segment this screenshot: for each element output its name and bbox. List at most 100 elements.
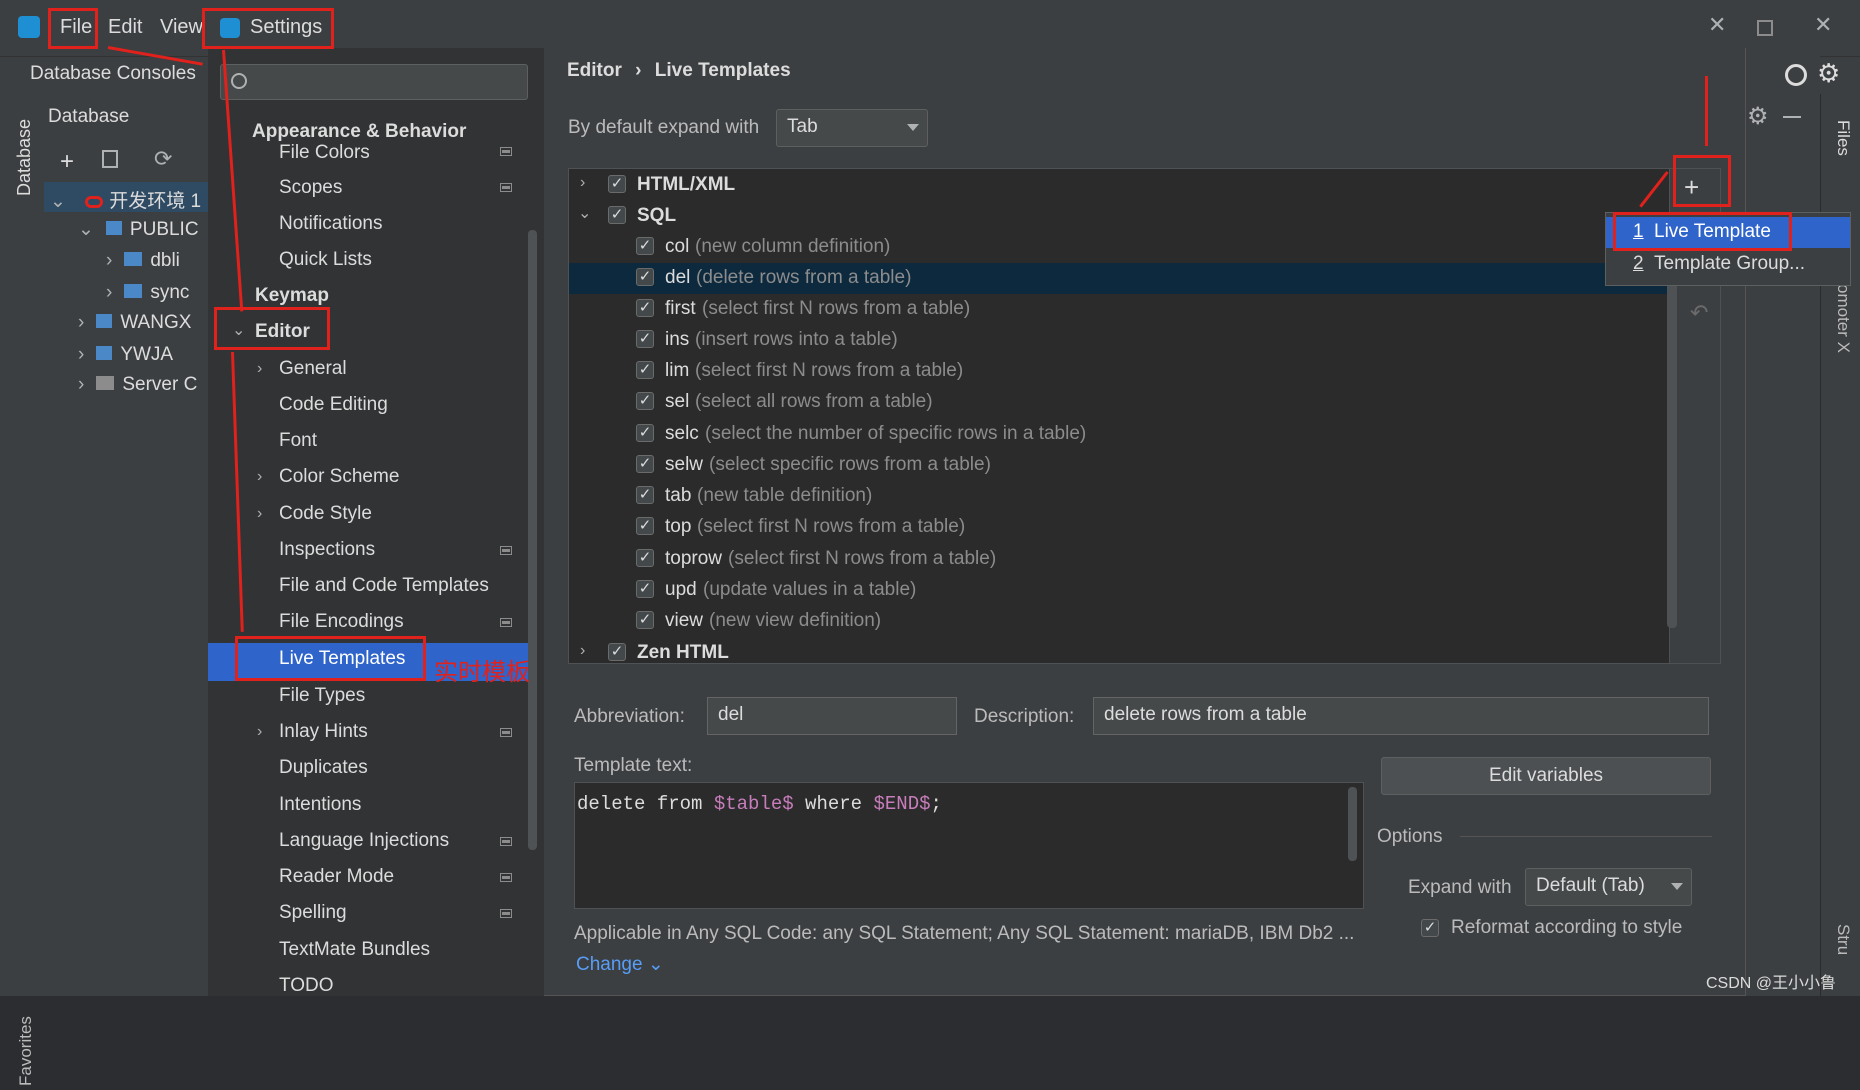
sidebar-item-font[interactable]: Font — [279, 430, 317, 452]
template-checkbox[interactable]: ✓ — [636, 330, 654, 348]
minimize-icon[interactable] — [1783, 116, 1801, 118]
template-description: (insert rows into a table) — [695, 329, 898, 350]
sidebar-item-inlay-hints[interactable]: Inlay Hints — [279, 721, 368, 743]
group-checkbox-html[interactable]: ✓ — [608, 175, 626, 193]
template-checkbox[interactable]: ✓ — [636, 237, 654, 255]
sidebar-item-duplicates[interactable]: Duplicates — [279, 757, 368, 779]
group-checkbox-sql[interactable]: ✓ — [608, 206, 626, 224]
chevron-down-icon[interactable]: ⌄ — [578, 203, 591, 223]
template-row[interactable]: ✓ view (new view definition) — [570, 610, 1670, 641]
tree-item-dev[interactable]: ⌄ 开发环境 1 — [50, 186, 201, 213]
template-checkbox[interactable]: ✓ — [636, 299, 654, 317]
add-icon[interactable]: + — [60, 148, 74, 176]
settings-search-input[interactable] — [220, 64, 528, 100]
template-row[interactable]: ✓ upd (update values in a table) — [570, 579, 1670, 610]
edit-variables-button[interactable]: Edit variables — [1381, 757, 1711, 795]
gear-icon-secondary[interactable]: ⚙ — [1747, 102, 1769, 131]
template-checkbox[interactable]: ✓ — [636, 361, 654, 379]
nav-breadcrumb[interactable]: Database Consoles — [30, 63, 196, 85]
database-tab[interactable]: Database — [14, 104, 34, 274]
sidebar-item-textmate-bundles[interactable]: TextMate Bundles — [279, 939, 430, 961]
template-row[interactable]: ✓ ins (insert rows into a table) — [570, 329, 1670, 360]
template-row[interactable]: ✓ lim (select first N rows from a table) — [570, 360, 1670, 391]
sidebar-item-file-code-templates[interactable]: File and Code Templates — [279, 575, 489, 597]
expand-select[interactable]: Tab — [776, 109, 928, 147]
refresh-icon[interactable]: ⟳ — [154, 146, 172, 172]
copy-icon[interactable] — [102, 150, 118, 168]
template-row[interactable]: ✓ first (select first N rows from a table) — [570, 298, 1670, 329]
sidebar-item-todo[interactable]: TODO — [279, 975, 334, 997]
sidebar-item-file-colors[interactable]: File Colors — [279, 142, 370, 164]
sidebar-scrollbar[interactable] — [528, 230, 537, 850]
template-checkbox[interactable]: ✓ — [636, 268, 654, 286]
promoter-tab[interactable]: omoter X — [1829, 284, 1853, 394]
sidebar-item-reader-mode[interactable]: Reader Mode — [279, 866, 394, 888]
files-tab[interactable]: Files — [1829, 104, 1853, 174]
template-row[interactable]: ✓ tab (new table definition) — [570, 485, 1670, 516]
tree-item-ywja[interactable]: › YWJA — [78, 344, 173, 366]
template-checkbox[interactable]: ✓ — [636, 392, 654, 410]
group-sql[interactable]: SQL — [637, 205, 676, 227]
menu-edit[interactable]: Edit — [108, 16, 142, 39]
template-checkbox[interactable]: ✓ — [636, 580, 654, 598]
template-checkbox[interactable]: ✓ — [636, 455, 654, 473]
template-abbreviation: selc — [665, 423, 699, 444]
window-close-icon[interactable]: ✕ — [1814, 12, 1832, 38]
sidebar-item-quick-lists[interactable]: Quick Lists — [279, 249, 372, 271]
tree-item-wangx[interactable]: › WANGX — [78, 312, 191, 334]
tree-item-dblink[interactable]: › dbli — [106, 250, 180, 272]
sidebar-item-file-encodings[interactable]: File Encodings — [279, 611, 404, 633]
template-row[interactable]: ✓ top (select first N rows from a table) — [570, 516, 1670, 547]
sidebar-item-notifications[interactable]: Notifications — [279, 213, 383, 235]
undo-icon[interactable]: ↶ — [1690, 300, 1708, 326]
template-checkbox[interactable]: ✓ — [636, 517, 654, 535]
restore-icon[interactable] — [1757, 20, 1773, 36]
group-checkbox-zen[interactable]: ✓ — [608, 643, 626, 661]
sidebar-item-language-injections[interactable]: Language Injections — [279, 830, 449, 852]
menu-view[interactable]: View — [160, 16, 203, 39]
template-row[interactable]: ✓ toprow (select first N rows from a table… — [570, 548, 1670, 579]
promoter-tab-label: omoter X — [1834, 284, 1853, 353]
template-row[interactable]: ✓ selc (select the number of specific rows… — [570, 423, 1670, 454]
group-html-xml[interactable]: HTML/XML — [637, 174, 735, 196]
tree-item-public[interactable]: ⌄ PUBLIC — [78, 218, 199, 241]
template-checkbox[interactable]: ✓ — [636, 424, 654, 442]
breadcrumb-parent[interactable]: Editor — [567, 60, 622, 81]
expand-with-select[interactable]: Default (Tab) — [1525, 868, 1692, 906]
template-row[interactable]: ✓ selw (select specific rows from a table) — [570, 454, 1670, 485]
sidebar-item-inspections[interactable]: Inspections — [279, 539, 375, 561]
tree-item-sync[interactable]: › sync — [106, 282, 189, 304]
template-checkbox[interactable]: ✓ — [636, 549, 654, 567]
template-row[interactable]: ✓ del (delete rows from a table) — [570, 267, 1670, 298]
template-text-editor[interactable]: delete from $table$ where $END$; — [574, 782, 1364, 909]
change-link[interactable]: Change ⌄ — [576, 953, 664, 976]
sidebar-item-file-types[interactable]: File Types — [279, 685, 365, 707]
sidebar-item-keymap[interactable]: Keymap — [255, 285, 329, 307]
sidebar-section-appearance[interactable]: Appearance & Behavior — [252, 121, 466, 143]
chevron-right-icon[interactable]: › — [580, 642, 585, 660]
chevron-right-icon[interactable]: › — [580, 174, 585, 192]
sidebar-item-general[interactable]: General — [279, 358, 347, 380]
reformat-checkbox[interactable]: ✓ — [1421, 919, 1439, 937]
sidebar-item-code-style[interactable]: Code Style — [279, 503, 372, 525]
popup-item-template-group[interactable]: 2 Template Group... — [1606, 249, 1850, 280]
tree-item-server[interactable]: › Server C — [78, 374, 197, 396]
sidebar-item-spelling[interactable]: Spelling — [279, 902, 347, 924]
sidebar-item-color-scheme[interactable]: Color Scheme — [279, 466, 399, 488]
sidebar-item-code-editing[interactable]: Code Editing — [279, 394, 388, 416]
gear-icon[interactable]: ⚙ — [1817, 58, 1840, 89]
close-icon[interactable]: ✕ — [1708, 12, 1726, 38]
schema-icon — [96, 346, 113, 360]
description-input[interactable]: delete rows from a table — [1093, 697, 1709, 735]
group-zen-html[interactable]: Zen HTML — [637, 642, 729, 664]
sidebar-item-scopes[interactable]: Scopes — [279, 177, 342, 199]
favorites-tab[interactable]: Favorites — [16, 994, 36, 1090]
template-row[interactable]: ✓ sel (select all rows from a table) — [570, 391, 1670, 422]
template-checkbox[interactable]: ✓ — [636, 486, 654, 504]
template-checkbox[interactable]: ✓ — [636, 611, 654, 629]
abbreviation-input[interactable]: del — [707, 697, 957, 735]
search-icon[interactable] — [1785, 64, 1807, 86]
sidebar-item-intentions[interactable]: Intentions — [279, 794, 361, 816]
editor-scrollbar[interactable] — [1348, 787, 1357, 861]
template-row[interactable]: ✓ col (new column definition) — [570, 236, 1670, 267]
